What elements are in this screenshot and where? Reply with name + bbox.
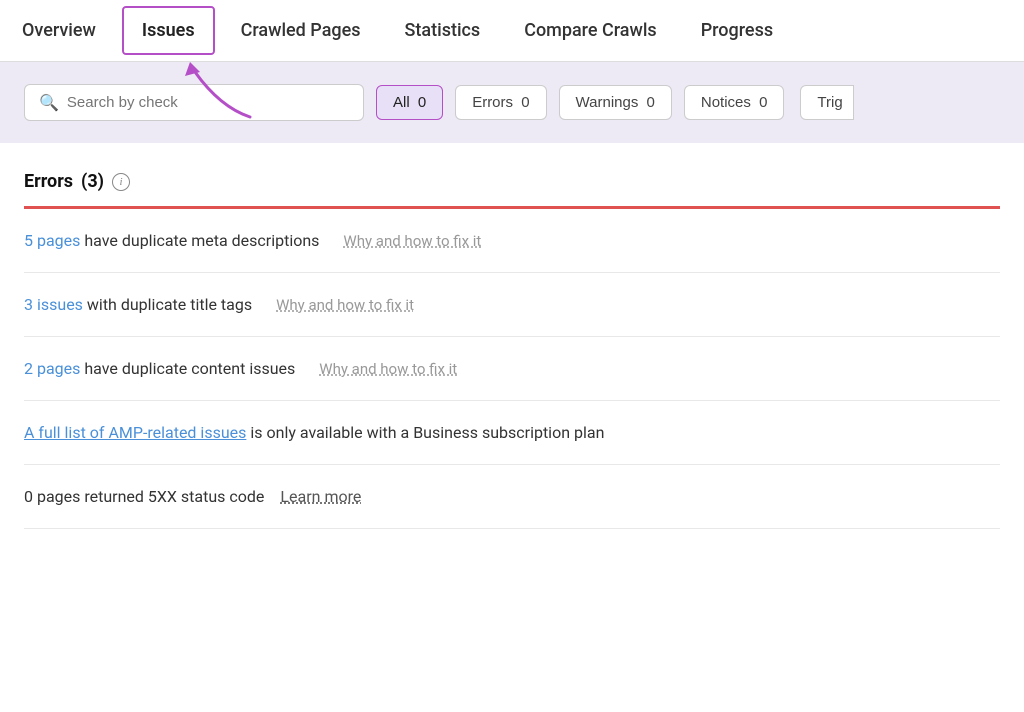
nav-item-statistics[interactable]: Statistics (383, 2, 503, 59)
why-link-1[interactable]: Why and how to fix it (343, 232, 481, 250)
issue-row: 2 pages have duplicate content issues Wh… (24, 337, 1000, 401)
filter-strip: 🔍 All 0 Errors 0 Warnings 0 Notices 0 Tr… (0, 62, 1024, 143)
issue-text-2: 3 issues with duplicate title tags (24, 295, 252, 314)
section-title: Errors (24, 171, 73, 192)
nav-item-progress[interactable]: Progress (679, 2, 795, 59)
filter-all-button[interactable]: All 0 (376, 85, 443, 120)
nav-item-overview[interactable]: Overview (0, 2, 118, 59)
main-content: Errors (3) i 5 pages have duplicate meta… (0, 143, 1024, 529)
filter-notices-button[interactable]: Notices 0 (684, 85, 785, 120)
learn-more-link[interactable]: Learn more (280, 487, 361, 506)
search-icon: 🔍 (39, 93, 59, 112)
issue-text-5: 0 pages returned 5XX status code (24, 487, 264, 506)
why-link-3[interactable]: Why and how to fix it (319, 360, 457, 378)
info-icon[interactable]: i (112, 173, 130, 191)
section-count: (3) (81, 171, 104, 192)
filter-warnings-button[interactable]: Warnings 0 (559, 85, 672, 120)
search-box: 🔍 (24, 84, 364, 121)
issue-link-3[interactable]: 2 pages (24, 359, 80, 378)
filter-trig-button[interactable]: Trig (800, 85, 853, 120)
nav-item-issues[interactable]: Issues (122, 6, 215, 55)
issue-text-3: 2 pages have duplicate content issues (24, 359, 295, 378)
issue-text-1: 5 pages have duplicate meta descriptions (24, 231, 319, 250)
issue-text-4: A full list of AMP-related issues is onl… (24, 423, 604, 442)
why-link-2[interactable]: Why and how to fix it (276, 296, 414, 314)
issue-row: 5 pages have duplicate meta descriptions… (24, 209, 1000, 273)
nav-item-crawled-pages[interactable]: Crawled Pages (219, 2, 383, 59)
issue-row: 0 pages returned 5XX status code Learn m… (24, 465, 1000, 529)
filter-errors-button[interactable]: Errors 0 (455, 85, 546, 120)
amp-link[interactable]: A full list of AMP-related issues (24, 423, 246, 442)
search-input[interactable] (67, 94, 349, 111)
issue-row: 3 issues with duplicate title tags Why a… (24, 273, 1000, 337)
nav-bar: Overview Issues Crawled Pages Statistics… (0, 0, 1024, 62)
issue-row: A full list of AMP-related issues is onl… (24, 401, 1000, 465)
section-header: Errors (3) i (24, 171, 1000, 192)
nav-item-compare-crawls[interactable]: Compare Crawls (502, 2, 678, 59)
issue-link-2[interactable]: 3 issues (24, 295, 83, 314)
issue-link-1[interactable]: 5 pages (24, 231, 80, 250)
